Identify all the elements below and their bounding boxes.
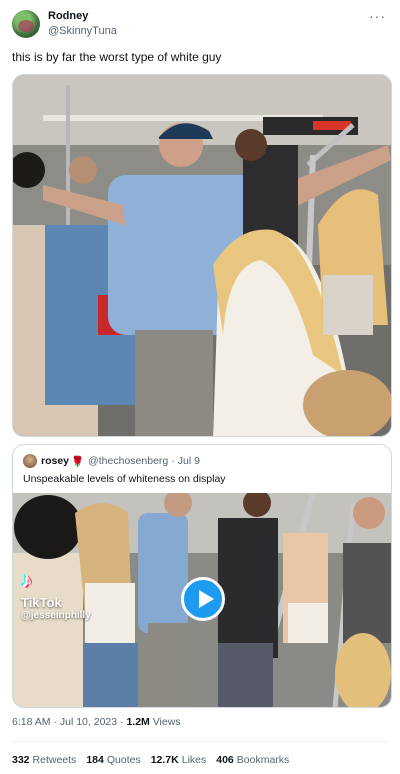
quoted-author-handle[interactable]: @thechosenberg <box>88 455 168 467</box>
likes-label: Likes <box>181 754 207 766</box>
retweets-count: 332 <box>12 754 30 766</box>
bookmarks-stat[interactable]: 406 Bookmarks <box>216 754 289 766</box>
divider <box>12 741 388 742</box>
play-icon[interactable] <box>181 577 225 621</box>
quotes-label: Quotes <box>106 754 141 766</box>
separator-dot: · <box>171 455 175 467</box>
retweets-stat[interactable]: 332 Retweets <box>12 754 76 766</box>
likes-count: 12.7K <box>150 754 179 766</box>
bookmarks-label: Bookmarks <box>236 754 290 766</box>
quoted-tweet[interactable]: rosey 🌹 @thechosenberg · Jul 9 Unspeakab… <box>12 444 392 708</box>
views-count: 1.2M <box>126 716 150 728</box>
tiktok-watermark: ♪ TikTok @jesseinphilly <box>21 567 91 622</box>
quoted-avatar[interactable] <box>23 454 37 468</box>
rose-emoji: 🌹 <box>71 455 85 468</box>
quoted-header: rosey 🌹 @thechosenberg · Jul 9 <box>23 453 200 469</box>
avatar[interactable] <box>12 10 40 38</box>
quotes-count: 184 <box>86 754 104 766</box>
tiktok-logo-icon: ♪ <box>21 567 32 592</box>
ellipsis-icon[interactable]: ··· <box>369 8 386 24</box>
separator-dot: · <box>53 716 57 728</box>
tweet-header: Rodney @SkinnyTuna ··· <box>12 8 388 42</box>
bookmarks-count: 406 <box>216 754 234 766</box>
separator-dot: · <box>120 716 124 728</box>
quoted-text: Unspeakable levels of whiteness on displ… <box>23 473 226 485</box>
tiktok-user: @jesseinphilly <box>21 610 91 621</box>
tweet-media[interactable] <box>12 74 392 437</box>
quotes-stat[interactable]: 184 Quotes <box>86 754 140 766</box>
quoted-author-name[interactable]: rosey <box>41 455 69 467</box>
tweet-text: this is by far the worst type of white g… <box>12 50 222 64</box>
author-name[interactable]: Rodney <box>48 10 88 22</box>
views-label: Views <box>152 716 181 728</box>
subway-photo <box>13 75 391 436</box>
tiktok-brand: TikTok <box>21 595 62 610</box>
quoted-video[interactable]: ♪ TikTok @jesseinphilly <box>13 493 391 707</box>
quoted-date[interactable]: Jul 9 <box>178 455 200 467</box>
tweet-meta: 6:18 AM · Jul 10, 2023 · 1.2M Views <box>12 716 181 728</box>
engagement-stats: 332 Retweets 184 Quotes 12.7K Likes 406 Book… <box>12 754 289 766</box>
post-date[interactable]: Jul 10, 2023 <box>60 716 117 728</box>
likes-stat[interactable]: 12.7K Likes <box>151 754 207 766</box>
post-time[interactable]: 6:18 AM <box>12 716 51 728</box>
retweets-label: Retweets <box>32 754 77 766</box>
author-handle[interactable]: @SkinnyTuna <box>48 25 117 37</box>
